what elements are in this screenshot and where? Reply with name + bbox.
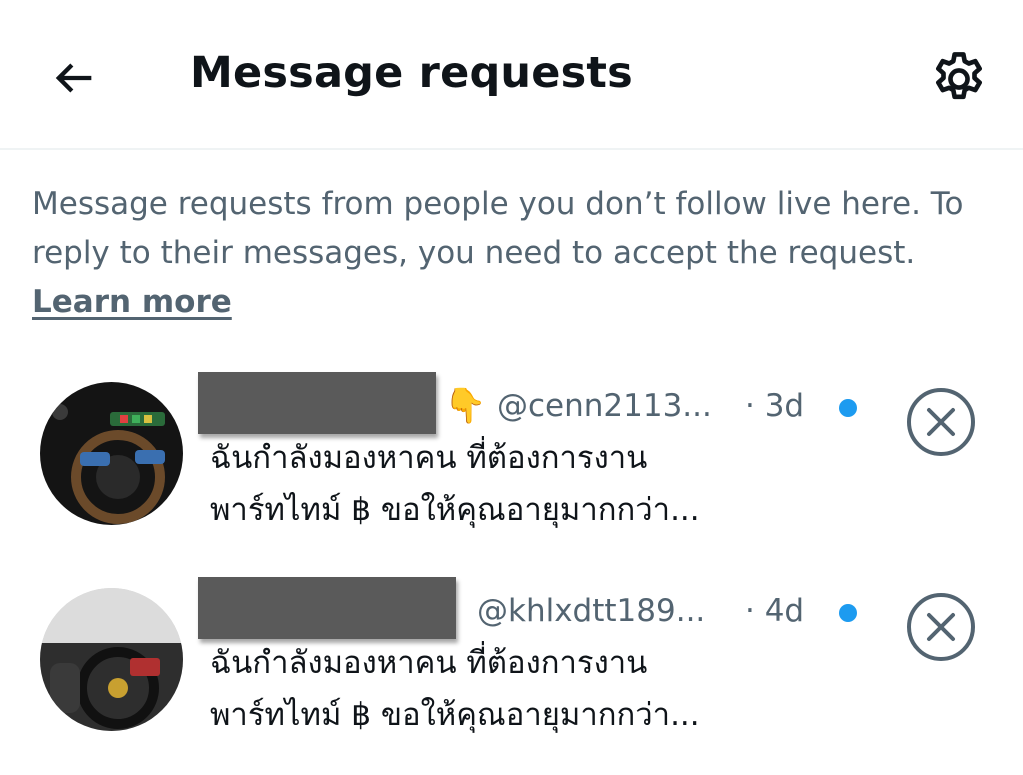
- user-handle: @khlxdtt189...: [477, 593, 706, 629]
- preview-line-2: พาร์ทไทม์ ฿ ขอให้คุณอายุมากกว่า...: [210, 492, 700, 528]
- avatar[interactable]: [40, 588, 183, 731]
- info-description: Message requests from people you don’t f…: [32, 186, 964, 271]
- gear-icon[interactable]: [928, 48, 990, 110]
- user-handle: @cenn2113...: [497, 388, 712, 424]
- message-request-item[interactable]: @khlxdtt189... · 4d ฉันกำลังมองหาคน ที่ต…: [0, 575, 1023, 775]
- timestamp: · 4d: [745, 593, 805, 629]
- unread-indicator: [839, 399, 857, 417]
- message-request-item[interactable]: 👇 @cenn2113... · 3d ฉันกำลังมองหาคน ที่ต…: [0, 370, 1023, 570]
- info-text: Message requests from people you don’t f…: [32, 180, 992, 327]
- unread-indicator: [839, 604, 857, 622]
- message-preview: ฉันกำลังมองหาคน ที่ต้องการงาน พาร์ทไทม์ …: [210, 637, 830, 741]
- arrow-left-icon[interactable]: [48, 52, 100, 104]
- page-title: Message requests: [190, 48, 633, 98]
- preview-line-1: ฉันกำลังมองหาคน ที่ต้องการงาน: [210, 440, 648, 476]
- redacted-display-name: [198, 372, 436, 434]
- preview-line-1: ฉันกำลังมองหาคน ที่ต้องการงาน: [210, 645, 648, 681]
- learn-more-link[interactable]: Learn more: [32, 284, 232, 320]
- top-bar: Message requests: [0, 0, 1023, 150]
- preview-line-2: พาร์ทไทม์ ฿ ขอให้คุณอายุมากกว่า...: [210, 697, 700, 733]
- timestamp: · 3d: [745, 388, 805, 424]
- avatar[interactable]: [40, 382, 183, 525]
- pointing-down-emoji: 👇: [444, 386, 487, 426]
- close-icon[interactable]: [906, 592, 976, 662]
- redacted-display-name: [198, 577, 456, 639]
- message-preview: ฉันกำลังมองหาคน ที่ต้องการงาน พาร์ทไทม์ …: [210, 432, 830, 536]
- close-icon[interactable]: [906, 387, 976, 457]
